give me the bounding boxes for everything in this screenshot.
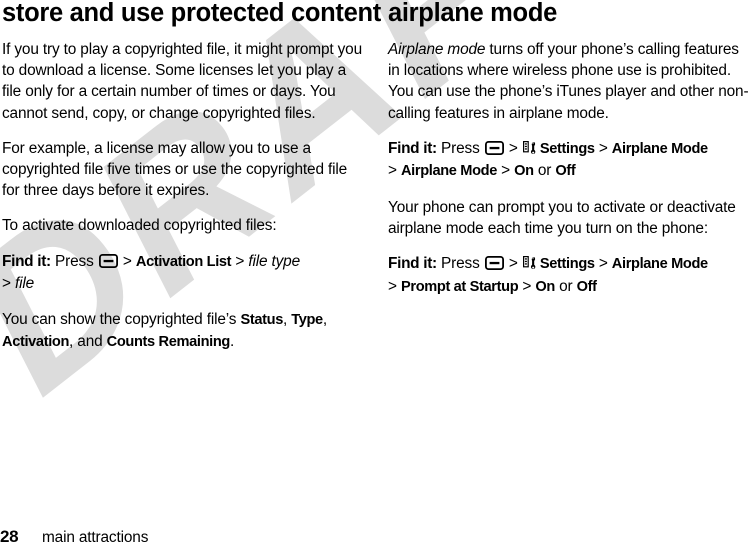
right-section-heading: airplane mode — [388, 0, 557, 27]
find-it-step-file-type: file type — [248, 252, 301, 270]
settings-tools-icon — [522, 140, 538, 156]
left-paragraph-3: To activate downloaded copyrighted files… — [2, 217, 277, 235]
find-it-step-activation-list: Activation List — [135, 253, 232, 270]
left-paragraph-2: For example, a license may allow you to … — [2, 139, 348, 200]
find-it-step-file: file — [14, 275, 35, 293]
find-it-step-off: Off — [576, 279, 597, 295]
find-it-or: or — [559, 278, 573, 295]
left-paragraph-4: You can show the copyrighted file’s Stat… — [2, 309, 364, 353]
find-it-step-airplane-mode: Airplane Mode — [611, 256, 708, 273]
find-it-press-word: Press — [55, 252, 94, 270]
left-section-heading: store and use protected content — [2, 0, 381, 27]
find-it-step-settings: Settings — [539, 140, 595, 157]
right-find-it-block-1: Find it: Press > Settings > Airplane Mod… — [388, 138, 750, 183]
comma: , — [322, 310, 327, 328]
right-paragraph-1-italic-lead: Airplane mode — [388, 41, 486, 58]
ui-term-counts-remaining: Counts Remaining — [106, 334, 231, 351]
find-it-step-on: On — [535, 279, 555, 295]
left-paragraph-1: If you try to play a copyrighted file, i… — [2, 41, 362, 122]
right-paragraph-1: Airplane mode turns off your phone’s cal… — [388, 39, 750, 124]
footer-section-label: main attractions — [42, 529, 149, 546]
conjunction: , and — [69, 333, 107, 351]
find-it-step-airplane-mode-sub: Airplane Mode — [400, 163, 497, 180]
find-it-separator: > — [508, 139, 518, 157]
find-it-separator: > — [522, 278, 532, 295]
find-it-separator: > — [388, 278, 397, 295]
find-it-separator: > — [2, 275, 11, 293]
find-it-press-word: Press — [441, 255, 480, 273]
menu-key-icon — [484, 140, 504, 155]
two-column-body: store and use protected content If you t… — [0, 0, 751, 505]
find-it-label: Find it: — [388, 255, 437, 273]
find-it-separator: > — [598, 139, 608, 157]
period: . — [229, 333, 235, 351]
comma: , — [282, 310, 292, 328]
left-paragraph-4-lead: You can show the copyrighted file’s — [2, 310, 241, 328]
find-it-separator: > — [508, 255, 518, 273]
page-number: 28 — [0, 527, 19, 546]
menu-key-icon — [484, 255, 504, 271]
page-footer: 28 main attractions — [0, 527, 751, 547]
find-it-separator: > — [388, 162, 397, 180]
find-it-step-prompt-at-startup: Prompt at Startup — [400, 279, 519, 295]
find-it-separator: > — [598, 255, 608, 273]
ui-term-status: Status — [240, 311, 283, 328]
left-find-it-block: Find it: Press > Activation List > file … — [2, 251, 364, 295]
find-it-label: Find it: — [388, 139, 437, 157]
right-find-it-block-2: Find it: Press > Settings > Airplane Mod… — [388, 253, 750, 298]
settings-tools-icon — [522, 256, 538, 271]
find-it-step-off: Off — [555, 163, 576, 180]
find-it-step-airplane-mode: Airplane Mode — [611, 140, 708, 157]
find-it-step-settings: Settings — [539, 256, 595, 273]
find-it-separator: > — [235, 252, 245, 270]
ui-term-type: Type — [291, 311, 323, 328]
menu-key-icon — [98, 253, 118, 268]
right-column: airplane mode Airplane mode turns off yo… — [386, 0, 750, 505]
ui-term-activation: Activation — [2, 334, 70, 351]
find-it-separator: > — [122, 252, 132, 270]
find-it-label: Find it: — [2, 252, 51, 270]
find-it-press-word: Press — [441, 139, 480, 157]
manual-page: store and use protected content If you t… — [0, 0, 751, 547]
left-column: store and use protected content If you t… — [0, 0, 381, 505]
find-it-step-on: On — [514, 163, 534, 180]
right-paragraph-2: Your phone can prompt you to activate or… — [388, 199, 736, 238]
find-it-or: or — [537, 162, 552, 180]
find-it-separator: > — [501, 162, 510, 180]
